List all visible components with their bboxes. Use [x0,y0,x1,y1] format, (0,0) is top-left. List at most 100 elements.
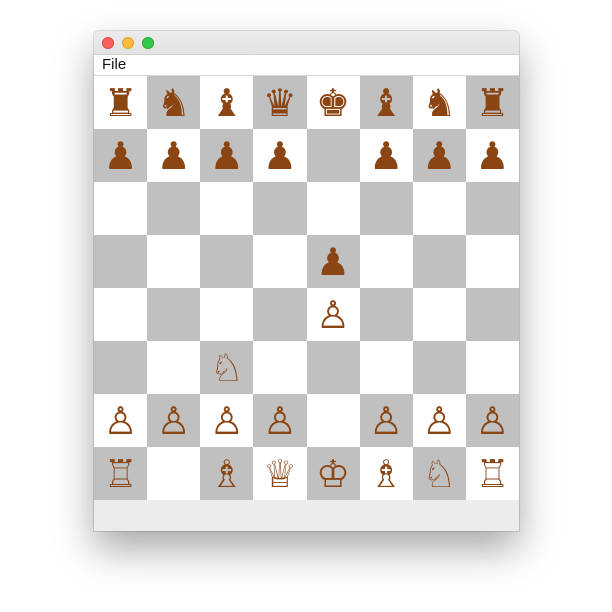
square-d2[interactable]: ♙ [253,394,307,447]
square-b6[interactable] [147,182,201,235]
white-rook-icon[interactable]: ♖ [475,455,509,493]
white-bishop-icon[interactable]: ♗ [210,455,244,493]
square-f3[interactable] [359,341,413,394]
black-knight-icon[interactable]: ♞ [157,84,191,122]
white-queen-icon[interactable]: ♕ [263,455,297,493]
square-b2[interactable]: ♙ [147,394,201,447]
square-f7[interactable]: ♟ [359,129,413,182]
white-king-icon[interactable]: ♔ [316,455,350,493]
white-pawn-icon[interactable]: ♙ [104,402,138,440]
square-a5[interactable] [94,235,148,288]
white-pawn-icon[interactable]: ♙ [475,402,509,440]
square-e7[interactable] [306,129,360,182]
white-pawn-icon[interactable]: ♙ [263,402,297,440]
square-b1[interactable] [147,447,201,500]
square-e6[interactable] [306,182,360,235]
square-e2[interactable] [306,394,360,447]
square-g1[interactable]: ♘ [412,447,466,500]
square-e3[interactable] [306,341,360,394]
square-g6[interactable] [412,182,466,235]
square-h2[interactable]: ♙ [465,394,519,447]
white-pawn-icon[interactable]: ♙ [369,402,403,440]
square-a1[interactable]: ♖ [94,447,148,500]
square-a8[interactable]: ♜ [94,76,148,129]
black-pawn-icon[interactable]: ♟ [422,137,456,175]
black-king-icon[interactable]: ♚ [316,84,350,122]
square-a3[interactable] [94,341,148,394]
square-c2[interactable]: ♙ [200,394,254,447]
square-b5[interactable] [147,235,201,288]
square-a2[interactable]: ♙ [94,394,148,447]
white-pawn-icon[interactable]: ♙ [210,402,244,440]
square-f2[interactable]: ♙ [359,394,413,447]
square-e4[interactable]: ♙ [306,288,360,341]
square-c6[interactable] [200,182,254,235]
square-a7[interactable]: ♟ [94,129,148,182]
square-h6[interactable] [465,182,519,235]
square-d5[interactable] [253,235,307,288]
close-window-button[interactable] [102,37,114,49]
black-pawn-icon[interactable]: ♟ [369,137,403,175]
square-c7[interactable]: ♟ [200,129,254,182]
square-b7[interactable]: ♟ [147,129,201,182]
square-h1[interactable]: ♖ [465,447,519,500]
menu-file[interactable]: File [102,56,126,74]
square-g2[interactable]: ♙ [412,394,466,447]
square-d7[interactable]: ♟ [253,129,307,182]
square-c8[interactable]: ♝ [200,76,254,129]
square-h7[interactable]: ♟ [465,129,519,182]
square-f4[interactable] [359,288,413,341]
square-g7[interactable]: ♟ [412,129,466,182]
square-f6[interactable] [359,182,413,235]
square-b4[interactable] [147,288,201,341]
black-pawn-icon[interactable]: ♟ [104,137,138,175]
square-f5[interactable] [359,235,413,288]
square-c5[interactable] [200,235,254,288]
black-rook-icon[interactable]: ♜ [104,84,138,122]
black-rook-icon[interactable]: ♜ [475,84,509,122]
square-d1[interactable]: ♕ [253,447,307,500]
square-h8[interactable]: ♜ [465,76,519,129]
square-g4[interactable] [412,288,466,341]
white-knight-icon[interactable]: ♘ [210,349,244,387]
square-g8[interactable]: ♞ [412,76,466,129]
black-knight-icon[interactable]: ♞ [422,84,456,122]
square-d3[interactable] [253,341,307,394]
white-rook-icon[interactable]: ♖ [104,455,138,493]
square-d8[interactable]: ♛ [253,76,307,129]
square-c1[interactable]: ♗ [200,447,254,500]
black-pawn-icon[interactable]: ♟ [316,243,350,281]
black-pawn-icon[interactable]: ♟ [210,137,244,175]
black-pawn-icon[interactable]: ♟ [263,137,297,175]
square-a4[interactable] [94,288,148,341]
white-pawn-icon[interactable]: ♙ [157,402,191,440]
square-h5[interactable] [465,235,519,288]
black-queen-icon[interactable]: ♛ [263,84,297,122]
black-pawn-icon[interactable]: ♟ [157,137,191,175]
black-pawn-icon[interactable]: ♟ [475,137,509,175]
square-b8[interactable]: ♞ [147,76,201,129]
square-f1[interactable]: ♗ [359,447,413,500]
square-e5[interactable]: ♟ [306,235,360,288]
square-b3[interactable] [147,341,201,394]
square-d4[interactable] [253,288,307,341]
square-a6[interactable] [94,182,148,235]
square-h4[interactable] [465,288,519,341]
square-h3[interactable] [465,341,519,394]
zoom-window-button[interactable] [142,37,154,49]
square-d6[interactable] [253,182,307,235]
square-c3[interactable]: ♘ [200,341,254,394]
minimize-window-button[interactable] [122,37,134,49]
square-g5[interactable] [412,235,466,288]
square-c4[interactable] [200,288,254,341]
black-bishop-icon[interactable]: ♝ [369,84,403,122]
black-bishop-icon[interactable]: ♝ [210,84,244,122]
white-bishop-icon[interactable]: ♗ [369,455,403,493]
title-bar[interactable] [94,31,519,55]
white-knight-icon[interactable]: ♘ [422,455,456,493]
square-g3[interactable] [412,341,466,394]
square-f8[interactable]: ♝ [359,76,413,129]
white-pawn-icon[interactable]: ♙ [316,296,350,334]
square-e8[interactable]: ♚ [306,76,360,129]
square-e1[interactable]: ♔ [306,447,360,500]
